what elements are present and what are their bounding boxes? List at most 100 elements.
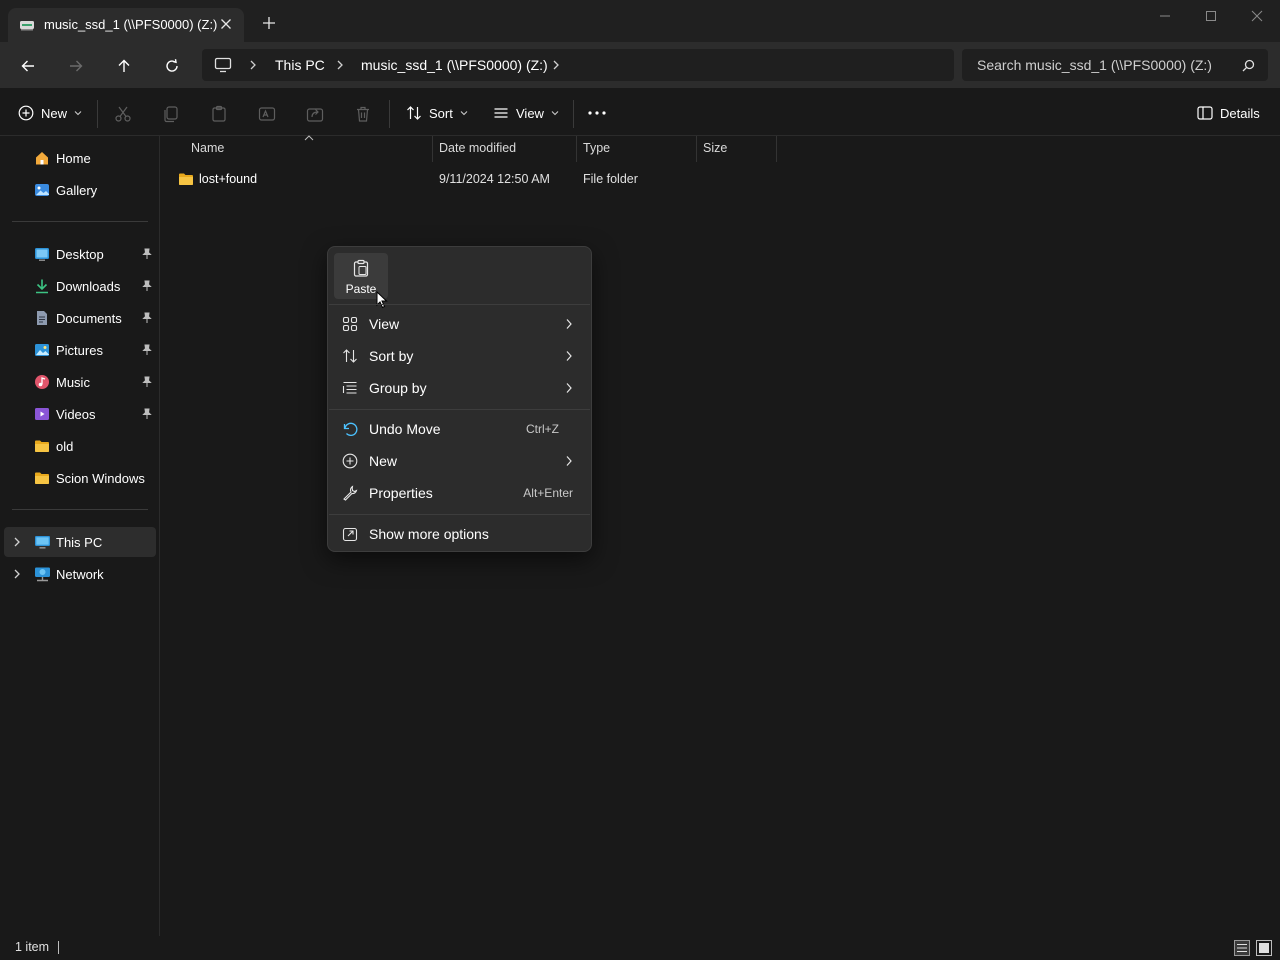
sidebar-item-home[interactable]: Home — [4, 143, 156, 173]
chevron-down-icon — [551, 110, 559, 116]
delete-icon[interactable] — [354, 105, 372, 123]
menu-item-properties[interactable]: Properties Alt+Enter — [332, 478, 587, 508]
sidebar-item-this-pc[interactable]: This PC — [4, 527, 156, 557]
context-menu: Paste View Sort by Group by Undo Move Ct… — [327, 246, 592, 552]
sidebar-item-pictures[interactable]: Pictures — [4, 335, 156, 365]
column-divider[interactable] — [576, 136, 577, 162]
details-label: Details — [1220, 105, 1260, 121]
new-plus-icon — [342, 453, 358, 469]
monitor-icon[interactable] — [214, 57, 232, 73]
documents-icon — [34, 310, 50, 326]
file-name[interactable]: lost+found — [199, 172, 257, 186]
command-bar: New Sort View Details — [0, 88, 1280, 136]
details-pane-button[interactable]: Details — [1197, 100, 1260, 126]
chevron-right-icon[interactable] — [552, 60, 560, 70]
pin-icon[interactable] — [142, 312, 152, 324]
details-view-icon[interactable] — [1234, 940, 1250, 956]
refresh-button[interactable] — [160, 54, 184, 78]
menu-item-sort-by[interactable]: Sort by — [332, 341, 587, 371]
address-bar[interactable]: This PC music_ssd_1 (\\PFS0000) (Z:) — [202, 49, 954, 81]
mouse-cursor-icon — [376, 291, 388, 309]
column-header-date-modified[interactable]: Date modified — [439, 141, 516, 155]
chevron-right-icon[interactable] — [13, 569, 21, 579]
open-external-icon — [342, 526, 358, 542]
chevron-right-icon — [565, 350, 573, 362]
menu-item-group-by[interactable]: Group by — [332, 373, 587, 403]
new-tab-button[interactable] — [262, 16, 276, 30]
item-count: 1 item — [15, 940, 50, 954]
sidebar-item-label: Music — [56, 375, 90, 390]
title-bar: music_ssd_1 (\\PFS0000) (Z:) — [0, 0, 1280, 42]
breadcrumb-music-ssd[interactable]: music_ssd_1 (\\PFS0000) (Z:) — [361, 57, 548, 73]
sidebar-item-old[interactable]: old — [4, 431, 156, 461]
more-options-icon[interactable] — [588, 111, 606, 115]
menu-item-view[interactable]: View — [332, 309, 587, 339]
sidebar-item-desktop[interactable]: Desktop — [4, 239, 156, 269]
search-input[interactable]: Search music_ssd_1 (\\PFS0000) (Z:) — [977, 57, 1212, 73]
undo-icon — [342, 421, 358, 437]
paste-clipboard-icon — [353, 259, 369, 277]
menu-item-new[interactable]: New — [332, 446, 587, 476]
menu-separator — [329, 304, 590, 305]
search-box[interactable]: Search music_ssd_1 (\\PFS0000) (Z:) — [962, 49, 1268, 81]
sidebar-item-label: Pictures — [56, 343, 103, 358]
menu-separator — [329, 514, 590, 515]
menu-item-label: View — [369, 316, 400, 332]
minimize-button[interactable] — [1142, 0, 1188, 32]
plus-circle-icon — [18, 105, 34, 121]
toolbar-divider — [573, 100, 574, 128]
sidebar-item-music[interactable]: Music — [4, 367, 156, 397]
pictures-icon — [34, 342, 50, 358]
chevron-right-icon[interactable] — [13, 537, 21, 547]
back-button[interactable] — [16, 54, 40, 78]
pin-icon[interactable] — [142, 376, 152, 388]
up-button[interactable] — [112, 54, 136, 78]
column-divider[interactable] — [696, 136, 697, 162]
file-date-modified: 9/11/2024 12:50 AM — [439, 172, 550, 186]
breadcrumb-this-pc[interactable]: This PC — [275, 57, 325, 73]
column-header-name[interactable]: Name — [191, 141, 224, 155]
tab-music-ssd[interactable]: music_ssd_1 (\\PFS0000) (Z:) — [8, 8, 244, 42]
cut-icon[interactable] — [114, 105, 132, 123]
maximize-button[interactable] — [1188, 0, 1234, 32]
tab-close-icon[interactable] — [220, 18, 232, 30]
column-divider[interactable] — [776, 136, 777, 162]
shortcut-undo: Ctrl+Z — [526, 422, 559, 436]
pin-icon[interactable] — [142, 344, 152, 356]
forward-button[interactable] — [64, 54, 88, 78]
sort-icon — [342, 348, 358, 364]
view-list-icon — [493, 105, 509, 121]
sidebar-item-videos[interactable]: Videos — [4, 399, 156, 429]
new-button[interactable]: New — [18, 100, 82, 126]
column-divider[interactable] — [432, 136, 433, 162]
sidebar-item-documents[interactable]: Documents — [4, 303, 156, 333]
copy-icon[interactable] — [162, 105, 180, 123]
chevron-down-icon — [460, 110, 468, 116]
rename-icon[interactable] — [258, 105, 276, 123]
view-button[interactable]: View — [493, 100, 559, 126]
folder-icon — [178, 171, 194, 187]
tab-title: music_ssd_1 (\\PFS0000) (Z:) — [44, 17, 218, 32]
large-icons-view-icon[interactable] — [1256, 940, 1272, 956]
sort-button[interactable]: Sort — [406, 100, 468, 126]
pin-icon[interactable] — [142, 408, 152, 420]
menu-item-label: Undo Move — [369, 421, 441, 437]
chevron-right-icon — [565, 455, 573, 467]
pin-icon[interactable] — [142, 280, 152, 292]
sidebar-item-label: Documents — [56, 311, 122, 326]
sidebar-item-downloads[interactable]: Downloads — [4, 271, 156, 301]
close-window-button[interactable] — [1234, 0, 1280, 32]
menu-item-undo-move[interactable]: Undo Move Ctrl+Z — [332, 414, 587, 444]
chevron-right-icon[interactable] — [249, 60, 257, 70]
share-icon[interactable] — [306, 105, 324, 123]
sidebar-item-gallery[interactable]: Gallery — [4, 175, 156, 205]
menu-item-show-more-options[interactable]: Show more options — [332, 519, 587, 549]
paste-icon[interactable] — [210, 105, 228, 123]
column-header-type[interactable]: Type — [583, 141, 610, 155]
sidebar-item-label: old — [56, 439, 74, 454]
column-header-size[interactable]: Size — [703, 141, 727, 155]
sidebar-item-network[interactable]: Network — [4, 559, 156, 589]
pin-icon[interactable] — [142, 248, 152, 260]
sidebar-item-scion-windows[interactable]: Scion Windows — [4, 463, 156, 493]
chevron-right-icon[interactable] — [336, 60, 344, 70]
